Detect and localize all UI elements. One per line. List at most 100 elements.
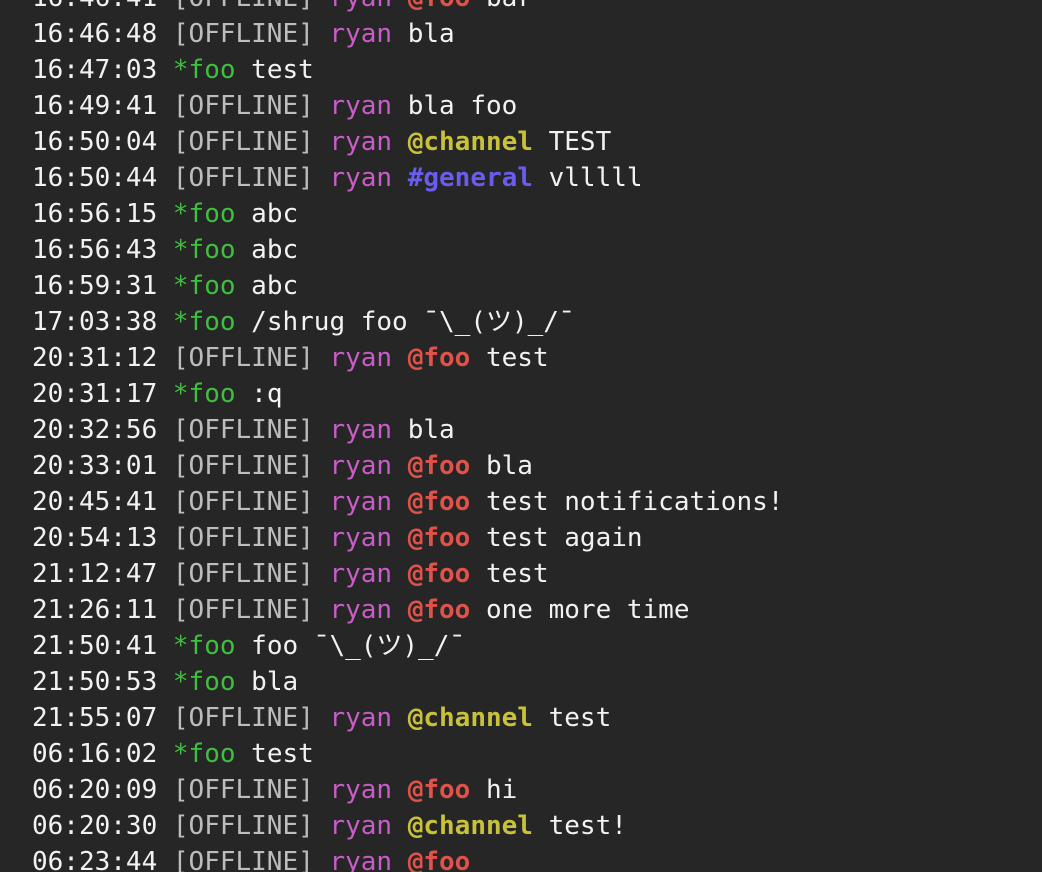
presence-status: [OFFLINE] <box>172 127 314 157</box>
message-timestamp: 20:32:56 <box>32 415 158 445</box>
message-timestamp: 21:12:47 <box>32 559 158 589</box>
message-text: abc <box>251 235 299 265</box>
message-line: 17:03:38 *foo /shrug foo ¯\_(ツ)_/¯ <box>32 304 783 340</box>
message-line: 06:16:02 *foo test <box>32 736 783 772</box>
message-line: 16:47:03 *foo test <box>32 52 783 88</box>
message-text: :q <box>251 379 283 409</box>
message-mention: @foo <box>408 0 471 13</box>
presence-status: [OFFLINE] <box>172 451 314 481</box>
message-line: 16:50:04 [OFFLINE] ryan @channel TEST <box>32 124 783 160</box>
message-timestamp: 16:49:41 <box>32 91 158 121</box>
own-username: *foo <box>172 667 236 697</box>
message-line: 21:12:47 [OFFLINE] ryan @foo test <box>32 556 783 592</box>
message-line: 06:20:30 [OFFLINE] ryan @channel test! <box>32 808 783 844</box>
message-username: ryan <box>329 0 392 13</box>
message-text: one more time <box>486 595 690 625</box>
message-line: 16:46:48 [OFFLINE] ryan bla <box>32 16 783 52</box>
message-username: ryan <box>329 703 393 733</box>
message-text: bla <box>407 415 455 445</box>
message-timestamp: 20:31:17 <box>32 379 158 409</box>
message-mention: @foo <box>407 775 471 805</box>
message-timestamp: 16:47:03 <box>32 55 158 85</box>
presence-status: [OFFLINE] <box>172 487 314 517</box>
message-timestamp: 06:20:09 <box>32 775 158 805</box>
presence-status: [OFFLINE] <box>172 595 314 625</box>
message-timestamp: 16:50:04 <box>32 127 158 157</box>
message-line: 20:32:56 [OFFLINE] ryan bla <box>32 412 783 448</box>
message-text: test again <box>486 523 643 553</box>
own-username: *foo <box>172 235 236 265</box>
message-line: 16:50:44 [OFFLINE] ryan #general vlllll <box>32 160 783 196</box>
message-timestamp: 21:50:53 <box>32 667 158 697</box>
message-line: 16:56:43 *foo abc <box>32 232 783 268</box>
message-line: 16:46:41 [OFFLINE] ryan @foo bar <box>32 0 783 16</box>
message-line: 20:33:01 [OFFLINE] ryan @foo bla <box>32 448 783 484</box>
message-username: ryan <box>329 415 393 445</box>
message-timestamp: 20:54:13 <box>32 523 158 553</box>
message-line: 20:31:12 [OFFLINE] ryan @foo test <box>32 340 783 376</box>
presence-status: [OFFLINE] <box>172 19 314 49</box>
message-timestamp: 21:50:41 <box>32 631 158 661</box>
message-mention: @foo <box>407 559 471 589</box>
message-line: 16:49:41 [OFFLINE] ryan bla foo <box>32 88 783 124</box>
message-line: 21:26:11 [OFFLINE] ryan @foo one more ti… <box>32 592 783 628</box>
message-timestamp: 06:23:44 <box>32 847 158 872</box>
message-text: test notifications! <box>486 487 784 517</box>
presence-status: [OFFLINE] <box>172 811 314 841</box>
message-mention: @channel <box>407 703 533 733</box>
presence-status: [OFFLINE] <box>172 415 314 445</box>
message-timestamp: 16:59:31 <box>32 271 158 301</box>
message-username: ryan <box>329 775 393 805</box>
message-mention: @foo <box>407 451 471 481</box>
presence-status: [OFFLINE] <box>173 0 314 13</box>
message-text: test <box>486 559 549 589</box>
message-text: abc <box>251 271 299 301</box>
message-username: ryan <box>329 451 393 481</box>
own-username: *foo <box>172 739 236 769</box>
message-username: ryan <box>329 163 393 193</box>
message-mention: @foo <box>407 343 471 373</box>
presence-status: [OFFLINE] <box>172 91 314 121</box>
presence-status: [OFFLINE] <box>172 163 314 193</box>
message-timestamp: 16:46:41 <box>32 0 157 13</box>
message-text: bla <box>251 667 299 697</box>
presence-status: [OFFLINE] <box>172 775 314 805</box>
presence-status: [OFFLINE] <box>172 343 314 373</box>
message-username: ryan <box>329 19 393 49</box>
message-timestamp: 06:16:02 <box>32 739 158 769</box>
message-line: 16:59:31 *foo abc <box>32 268 783 304</box>
message-timestamp: 20:45:41 <box>32 487 158 517</box>
message-text: test <box>251 739 314 769</box>
terminal-window[interactable]: 16:46:41 [OFFLINE] ryan @foo bar16:46:48… <box>0 0 1042 872</box>
message-line: 21:55:07 [OFFLINE] ryan @channel test <box>32 700 783 736</box>
message-mention: #general <box>407 163 533 193</box>
message-timestamp: 16:46:48 <box>32 19 158 49</box>
message-line: 20:54:13 [OFFLINE] ryan @foo test again <box>32 520 783 556</box>
message-username: ryan <box>329 847 393 872</box>
message-timestamp: 16:50:44 <box>32 163 158 193</box>
message-text: bar <box>486 0 533 13</box>
message-text: /shrug foo ¯\_(ツ)_/¯ <box>251 307 575 337</box>
message-line: 20:31:17 *foo :q <box>32 376 783 412</box>
message-username: ryan <box>329 127 393 157</box>
message-mention: @foo <box>407 523 471 553</box>
message-log: 16:46:41 [OFFLINE] ryan @foo bar16:46:48… <box>32 0 783 872</box>
message-line: 06:20:09 [OFFLINE] ryan @foo hi <box>32 772 783 808</box>
message-username: ryan <box>329 523 393 553</box>
message-text: test <box>486 343 549 373</box>
own-username: *foo <box>172 55 236 85</box>
message-text: test <box>251 55 314 85</box>
message-timestamp: 16:56:43 <box>32 235 158 265</box>
message-line: 20:45:41 [OFFLINE] ryan @foo test notifi… <box>32 484 783 520</box>
presence-status: [OFFLINE] <box>172 523 314 553</box>
message-text: abc <box>251 199 299 229</box>
message-mention: @channel <box>407 127 533 157</box>
message-timestamp: 16:56:15 <box>32 199 158 229</box>
own-username: *foo <box>172 199 236 229</box>
message-mention: @foo <box>407 847 471 872</box>
own-username: *foo <box>172 307 236 337</box>
message-text: test <box>548 703 612 733</box>
message-mention: @foo <box>407 595 471 625</box>
message-line: 16:56:15 *foo abc <box>32 196 783 232</box>
message-text: test! <box>548 811 627 841</box>
